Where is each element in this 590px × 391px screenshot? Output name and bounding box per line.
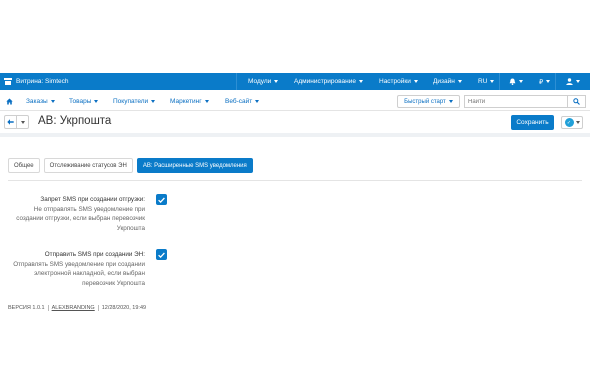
checkmark-icon — [158, 197, 165, 203]
vendor-link[interactable]: ALEXBRANDING — [52, 305, 95, 311]
tab-general[interactable]: Общее — [8, 158, 40, 173]
page-title: AB: Укрпошта — [38, 115, 112, 127]
setting-description: Отправлять SMS уведомление при создании — [13, 260, 145, 268]
setting-label: Отправить SMS при создании ЭН: — [44, 251, 145, 258]
home-icon — [6, 98, 13, 105]
back-button[interactable] — [4, 115, 17, 129]
chevron-down-icon — [20, 120, 25, 124]
chevron-down-icon — [457, 80, 462, 83]
chevron-down-icon — [519, 80, 523, 83]
setting-description: Укрпошта — [116, 224, 145, 232]
menu-settings-label: Настройки — [379, 78, 411, 85]
save-button[interactable]: Сохранить — [511, 115, 554, 130]
chevron-down-icon — [274, 80, 279, 83]
quick-start-label: Быстрый старт — [404, 98, 446, 105]
nav-products[interactable]: Товары — [69, 98, 99, 105]
user-menu[interactable] — [566, 78, 580, 85]
menu-language-label: RU — [478, 78, 488, 85]
history-dropdown[interactable] — [17, 115, 29, 129]
chevron-down-icon — [151, 100, 156, 103]
search-input[interactable] — [464, 95, 568, 108]
header-divider — [0, 133, 590, 137]
chevron-down-icon — [358, 80, 363, 83]
checkmark-icon — [158, 252, 165, 258]
menu-modules[interactable]: Модули — [248, 78, 279, 85]
chevron-down-icon — [576, 80, 580, 83]
page-header: AB: Укрпошта Сохранить ✓ — [0, 112, 590, 132]
setting-no-sms-shipment: Запрет SMS при создании отгрузки: Не отп… — [16, 195, 145, 233]
divider — [97, 305, 99, 311]
search-icon — [573, 98, 580, 105]
nav-orders[interactable]: Заказы — [26, 98, 55, 105]
addon-logo-icon: ✓ — [564, 118, 574, 127]
chevron-down-icon — [255, 100, 260, 103]
chevron-down-icon — [490, 80, 495, 83]
nav-website[interactable]: Веб-сайт — [225, 98, 260, 105]
chevron-down-icon — [94, 100, 99, 103]
nav-customers-label: Покупатели — [113, 98, 149, 105]
chevron-down-icon — [448, 100, 453, 103]
chevron-down-icon — [204, 100, 209, 103]
divider — [47, 305, 49, 311]
bell-icon — [509, 78, 516, 85]
menu-currency[interactable]: ₽ — [539, 78, 551, 86]
arrow-left-icon — [7, 119, 14, 125]
nav-orders-label: Заказы — [26, 98, 48, 105]
no-sms-shipment-checkbox[interactable] — [156, 194, 167, 205]
menu-design[interactable]: Дизайн — [433, 78, 462, 85]
divider — [555, 73, 556, 90]
home-link[interactable] — [6, 98, 13, 105]
divider — [499, 73, 500, 90]
main-nav: Заказы Товары Покупатели Маркетинг Веб-с… — [0, 92, 590, 111]
menu-currency-label: ₽ — [539, 78, 544, 86]
setting-description: электронной накладной, если выбран — [34, 270, 145, 277]
sms-on-waybill-checkbox[interactable] — [156, 249, 167, 260]
tab-status-tracking[interactable]: Отслеживание статусов ЭН — [43, 158, 133, 173]
addon-tools-button[interactable]: ✓ — [561, 116, 583, 129]
menu-language[interactable]: RU — [478, 78, 495, 85]
menu-settings[interactable]: Настройки — [379, 78, 418, 85]
tab-sms-notifications[interactable]: AB: Расширенные SMS уведомления — [136, 158, 253, 173]
tabs: Общее Отслеживание статусов ЭН AB: Расши… — [8, 158, 257, 173]
setting-description: перевозчик Укрпошта — [82, 279, 145, 287]
nav-marketing-label: Маркетинг — [170, 98, 202, 105]
divider — [236, 73, 237, 90]
chevron-down-icon — [546, 80, 551, 83]
top-admin-bar: Витрина: Simtech Модули Администрировани… — [0, 73, 590, 90]
quick-start-button[interactable]: Быстрый старт — [397, 95, 460, 108]
menu-administration-label: Администрирование — [294, 78, 356, 85]
user-icon — [566, 78, 573, 85]
nav-marketing[interactable]: Маркетинг — [170, 98, 209, 105]
addon-footer: ВЕРСИЯ 1.0.1 ALEXBRANDING 12/28/2020, 19… — [8, 305, 146, 311]
nav-website-label: Веб-сайт — [225, 98, 253, 105]
chevron-down-icon — [575, 121, 580, 124]
nav-customers[interactable]: Покупатели — [113, 98, 156, 105]
tabs-divider — [8, 180, 582, 181]
notifications-menu[interactable] — [509, 78, 523, 85]
storefront-selector[interactable]: Витрина: Simtech — [4, 78, 69, 85]
setting-label: Запрет SMS при создании отгрузки: — [40, 196, 145, 203]
build-date: 12/28/2020, 19:49 — [101, 305, 147, 311]
store-icon — [4, 78, 12, 85]
version-text: ВЕРСИЯ 1.0.1 — [8, 305, 45, 311]
search-button[interactable] — [567, 95, 586, 108]
setting-description: Не отправлять SMS уведомление при — [33, 205, 145, 213]
chevron-down-icon — [50, 100, 55, 103]
setting-sms-on-waybill: Отправить SMS при создании ЭН: Отправлят… — [13, 250, 145, 288]
nav-products-label: Товары — [69, 98, 92, 105]
menu-administration[interactable]: Администрирование — [294, 78, 363, 85]
chevron-down-icon — [413, 80, 418, 83]
storefront-label: Витрина: Simtech — [16, 78, 69, 85]
menu-modules-label: Модули — [248, 78, 272, 85]
menu-design-label: Дизайн — [433, 78, 455, 85]
setting-description: создании отгрузки, если выбран перевозчи… — [16, 215, 145, 222]
